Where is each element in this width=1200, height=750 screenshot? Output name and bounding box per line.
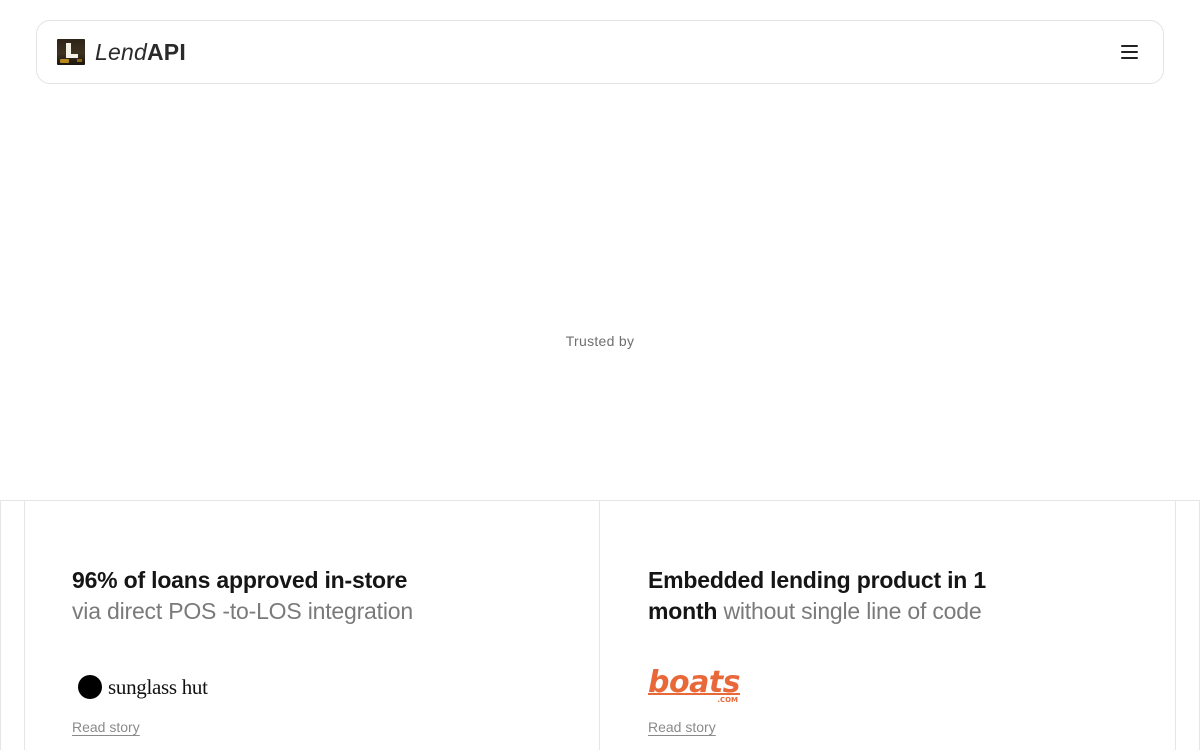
grid-divider	[24, 501, 25, 750]
read-story-link[interactable]: Read story	[72, 719, 140, 735]
story-title: 96% of loans approved in-store via direc…	[72, 567, 413, 624]
grid-divider	[0, 501, 1, 750]
story-card-sunglass-hut: 96% of loans approved in-store via direc…	[72, 501, 592, 750]
navbar: LendAPI	[36, 20, 1164, 84]
grid-divider	[1175, 501, 1176, 750]
story-title: Embedded lending product in 1 month with…	[648, 567, 986, 624]
story-card-boats: Embedded lending product in 1 month with…	[648, 501, 1168, 750]
lendapi-logo-icon	[57, 39, 85, 65]
hamburger-menu-icon[interactable]	[1115, 38, 1143, 66]
sunglass-hut-dot-icon	[78, 675, 102, 699]
page: LendAPI Trusted by 96% of loans approved…	[0, 0, 1200, 750]
grid-divider	[599, 501, 600, 750]
sunglass-hut-logo: sunglass hut	[72, 669, 208, 705]
brand-name: LendAPI	[95, 38, 186, 65]
customer-stories: 96% of loans approved in-store via direc…	[0, 500, 1200, 750]
read-story-link[interactable]: Read story	[648, 719, 716, 735]
trusted-by-label: Trusted by	[565, 333, 635, 349]
brand-logo-link[interactable]: LendAPI	[57, 39, 186, 65]
boats-logo: boats .COM	[648, 665, 741, 705]
